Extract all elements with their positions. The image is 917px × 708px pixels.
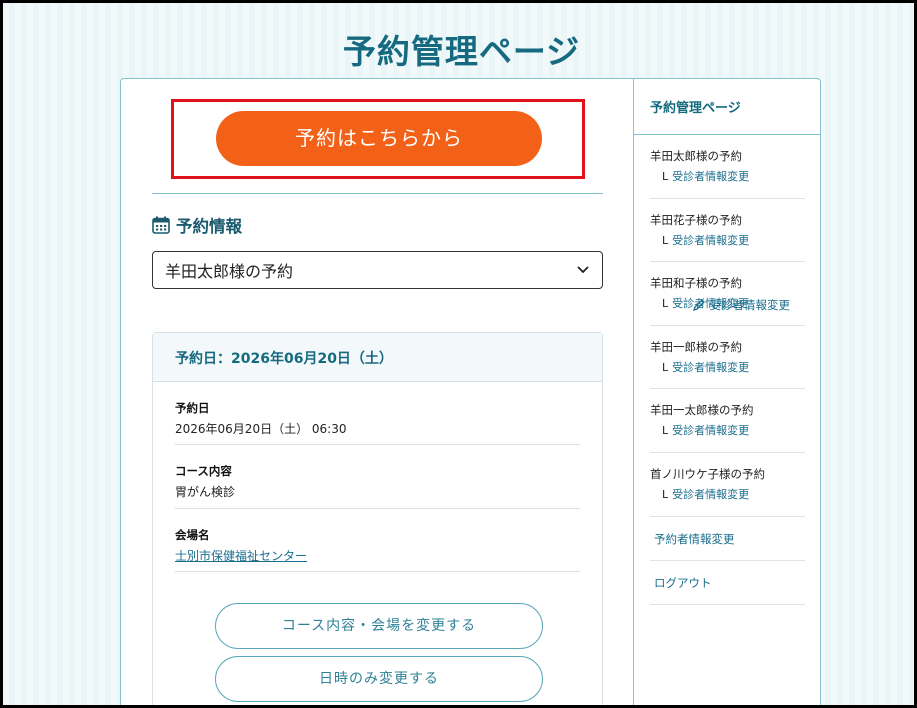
calendar-icon bbox=[152, 216, 170, 234]
sidebar-item: 羊田和子様の予約 L 受診者情報変更 bbox=[650, 262, 805, 326]
sidebar: 予約管理ページ 羊田太郎様の予約 L 受診者情報変更 羊田花子様の予約 L 受診者情… bbox=[633, 79, 821, 705]
detail-value: 2026年06月20日（土） 06:30 bbox=[175, 422, 347, 436]
section-title: 予約情報 bbox=[176, 217, 242, 236]
change-course-button[interactable]: コース内容・会場を変更する bbox=[215, 603, 543, 649]
sidebar-item-sub[interactable]: L 受診者情報変更 bbox=[650, 232, 805, 248]
reserve-button[interactable]: 予約はこちらから bbox=[216, 111, 542, 166]
sidebar-item-sub[interactable]: L 受診者情報変更 bbox=[650, 422, 805, 438]
reservation-select-value: 羊田太郎様の予約 bbox=[165, 262, 294, 281]
sidebar-item-sub[interactable]: L 受診者情報変更 bbox=[650, 295, 805, 311]
detail-row-course: コース内容 胃がん検診 bbox=[175, 445, 580, 509]
sidebar-item-name[interactable]: 首ノ川ウケ子様の予約 bbox=[650, 466, 805, 482]
sidebar-item: 羊田太郎様の予約 L 受診者情報変更 bbox=[650, 135, 805, 199]
detail-label: 会場名 bbox=[175, 527, 210, 542]
sub-prefix: L bbox=[662, 170, 669, 183]
sidebar-item-name[interactable]: 羊田一太郎様の予約 bbox=[650, 402, 805, 418]
page-title: 予約管理ページ bbox=[342, 32, 581, 71]
detail-label: 予約日 bbox=[175, 401, 210, 415]
venue-link[interactable]: 士別市保健福祉センター bbox=[175, 547, 580, 564]
detail-value: 胃がん検診 bbox=[175, 485, 236, 500]
reservation-detail-card: 予約日：2026年06月20日（土） 予約日 2026年06月20日（土） 06… bbox=[152, 332, 603, 705]
sidebar-item-sub[interactable]: L 受診者情報変更 bbox=[650, 168, 805, 184]
sidebar-item-name[interactable]: 羊田太郎様の予約 bbox=[650, 148, 805, 164]
sidebar-item-sub[interactable]: L 受診者情報変更 bbox=[650, 486, 805, 502]
sidebar-item-name[interactable]: 羊田花子様の予約 bbox=[650, 212, 805, 228]
main-card: 予約はこちらから 予約情報 羊田太郎様の予約 受診者情報変更 予約日：2026年… bbox=[120, 78, 821, 705]
screenshot-frame: 予約管理ページ 予約はこちらから 予約情報 羊田太郎様の予約 受診者情報変更 予… bbox=[0, 0, 917, 708]
divider bbox=[152, 193, 603, 194]
sub-prefix: L bbox=[662, 297, 669, 311]
detail-row-date: 予約日 2026年06月20日（土） 06:30 bbox=[175, 382, 580, 446]
section-header: 予約情報 bbox=[152, 213, 242, 237]
sidebar-list: 羊田太郎様の予約 L 受診者情報変更 羊田花子様の予約 L 受診者情報変更 羊田和子… bbox=[634, 135, 821, 605]
detail-row-venue: 会場名 士別市保健福祉センター bbox=[175, 509, 580, 572]
sidebar-link-reserver-info[interactable]: 予約者情報変更 bbox=[650, 517, 805, 561]
detail-label: コース内容 bbox=[175, 464, 232, 479]
sub-prefix: L bbox=[662, 424, 669, 438]
sidebar-item: 羊田一郎様の予約 L 受診者情報変更 bbox=[650, 326, 805, 390]
change-date-button[interactable]: 日時のみ変更する bbox=[215, 656, 543, 702]
sidebar-title[interactable]: 予約管理ページ bbox=[634, 79, 821, 135]
sidebar-sub-link[interactable]: 受診者情報変更 bbox=[672, 234, 749, 247]
sidebar-item-name[interactable]: 羊田一郎様の予約 bbox=[650, 339, 805, 355]
sidebar-link-logout[interactable]: ログアウト bbox=[650, 561, 805, 605]
sub-prefix: L bbox=[662, 233, 669, 247]
sub-prefix: L bbox=[662, 360, 669, 374]
sidebar-item: 首ノ川ウケ子様の予約 L 受診者情報変更 bbox=[650, 453, 805, 517]
sub-prefix: L bbox=[662, 487, 669, 501]
sidebar-sub-link[interactable]: 受診者情報変更 bbox=[672, 424, 749, 437]
sidebar-sub-link[interactable]: 受診者情報変更 bbox=[672, 170, 749, 183]
chevron-down-icon bbox=[577, 266, 589, 274]
sidebar-sub-link[interactable]: 受診者情報変更 bbox=[672, 297, 749, 310]
sidebar-item-sub[interactable]: L 受診者情報変更 bbox=[650, 359, 805, 375]
reservation-select[interactable]: 羊田太郎様の予約 bbox=[152, 251, 603, 289]
detail-header: 予約日：2026年06月20日（土） bbox=[153, 333, 602, 382]
sidebar-item: 羊田一太郎様の予約 L 受診者情報変更 bbox=[650, 389, 805, 453]
sidebar-sub-link[interactable]: 受診者情報変更 bbox=[672, 488, 749, 501]
sidebar-item-name[interactable]: 羊田和子様の予約 bbox=[650, 275, 805, 291]
sidebar-sub-link[interactable]: 受診者情報変更 bbox=[672, 361, 749, 374]
sidebar-item: 羊田花子様の予約 L 受診者情報変更 bbox=[650, 199, 805, 263]
reserve-highlight-box: 予約はこちらから bbox=[171, 99, 585, 179]
